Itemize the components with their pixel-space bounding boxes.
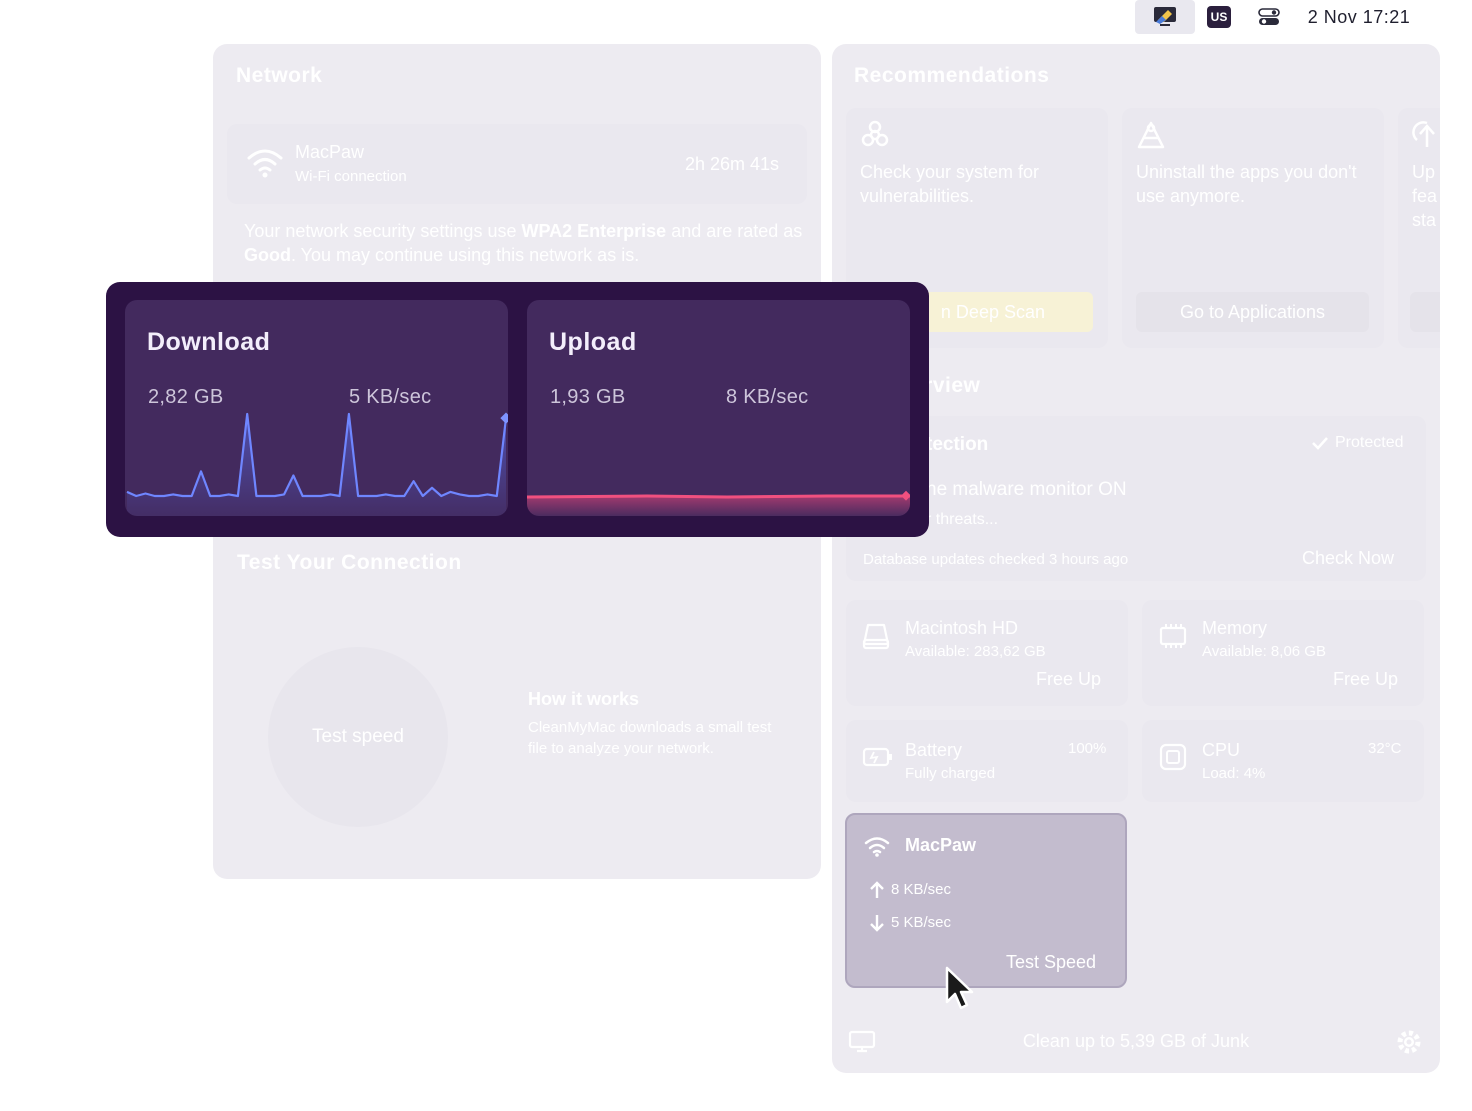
apps-icon (1137, 121, 1165, 149)
hard-drive-icon (862, 623, 890, 650)
cpu-icon (1159, 743, 1187, 771)
free-up-memory-button[interactable]: Free Up (1333, 669, 1398, 690)
download-line (126, 412, 508, 498)
upload-label: Upload (549, 328, 637, 356)
battery-icon (862, 747, 892, 767)
arrow-up-icon (870, 881, 884, 898)
how-it-works-text: CleanMyMac downloads a small test file t… (528, 719, 772, 757)
widget-test-speed-button[interactable]: Test Speed (1006, 952, 1096, 973)
memory-card: Memory Available: 8,06 GB Free Up (1142, 600, 1424, 706)
monitor-icon (1154, 7, 1176, 26)
cpu-card: CPU Load: 4% 32°C (1142, 720, 1424, 802)
protected-status: Protected (1311, 434, 1403, 452)
download-card: Download 2,82 GB 5 KB/sec (125, 300, 508, 516)
download-label: Download (147, 328, 271, 356)
download-chart (126, 412, 508, 516)
how-it-works-title: How it works (528, 689, 640, 709)
widget-upload-rate: 8 KB/sec (891, 881, 952, 898)
upload-chart (527, 490, 910, 516)
protection-card: tection Protected he malware monitor ON … (846, 416, 1426, 581)
upload-line (527, 494, 910, 499)
menubar-datetime[interactable]: 2 Nov 17:21 (1300, 0, 1418, 34)
test-speed-button[interactable]: Test speed (268, 647, 448, 827)
battery-card: Battery Fully charged 100% (846, 720, 1128, 802)
wifi-connection-card: MacPaw Wi-Fi connection 2h 26m 41s (227, 124, 807, 204)
wifi-type: Wi-Fi connection (295, 168, 407, 185)
upload-area (527, 496, 910, 516)
disk-card: Macintosh HD Available: 283,62 GB Free U… (846, 600, 1128, 706)
upload-total: 1,93 GB (550, 386, 626, 408)
checkmark-icon (1312, 437, 1328, 450)
recommendation-card: Up fea sta (1398, 108, 1440, 348)
gear-icon[interactable] (1395, 1028, 1423, 1056)
download-area (127, 414, 506, 516)
connection-duration: 2h 26m 41s (685, 154, 780, 174)
widget-download-rate: 5 KB/sec (891, 914, 952, 931)
biohazard-icon (861, 120, 889, 147)
keyboard-layout-badge[interactable]: US (1205, 0, 1233, 34)
upload-card: Upload 1,93 GB 8 KB/sec (527, 300, 910, 516)
wifi-icon (864, 837, 890, 857)
go-to-applications-button[interactable]: Go to Applications (1136, 292, 1369, 332)
update-icon (1412, 121, 1435, 147)
wifi-icon (247, 149, 283, 178)
speed-popover: Download 2,82 GB 5 KB/sec Upload 1,93 GB… (106, 282, 929, 537)
control-center-icon[interactable] (1254, 0, 1284, 34)
free-up-disk-button[interactable]: Free Up (1036, 669, 1101, 690)
memory-chip-icon (1159, 624, 1187, 648)
security-text: Your network security settings use WPA2 … (244, 221, 803, 265)
check-now-button[interactable]: Check Now (1302, 548, 1394, 569)
clean-junk-button[interactable]: Clean up to 5,39 GB of Junk (832, 1031, 1440, 1052)
menubar-cleanmymac-icon[interactable] (1135, 0, 1195, 34)
wifi-name: MacPaw (295, 142, 365, 162)
network-widget[interactable]: MacPaw 8 KB/sec 5 KB/sec Test Speed (845, 813, 1127, 988)
recommendations-title: Recommendations (854, 64, 1050, 87)
update-button[interactable] (1410, 292, 1440, 332)
arrow-down-icon (870, 915, 884, 932)
network-title: Network (236, 64, 323, 87)
widget-network-name: MacPaw (905, 835, 977, 855)
download-current-point (500, 412, 508, 424)
cursor-icon (945, 966, 974, 1010)
recommendation-card: Uninstall the apps you don't use anymore… (1122, 108, 1384, 348)
upload-rate: 8 KB/sec (726, 386, 809, 408)
test-connection-title: Test Your Connection (237, 551, 462, 574)
